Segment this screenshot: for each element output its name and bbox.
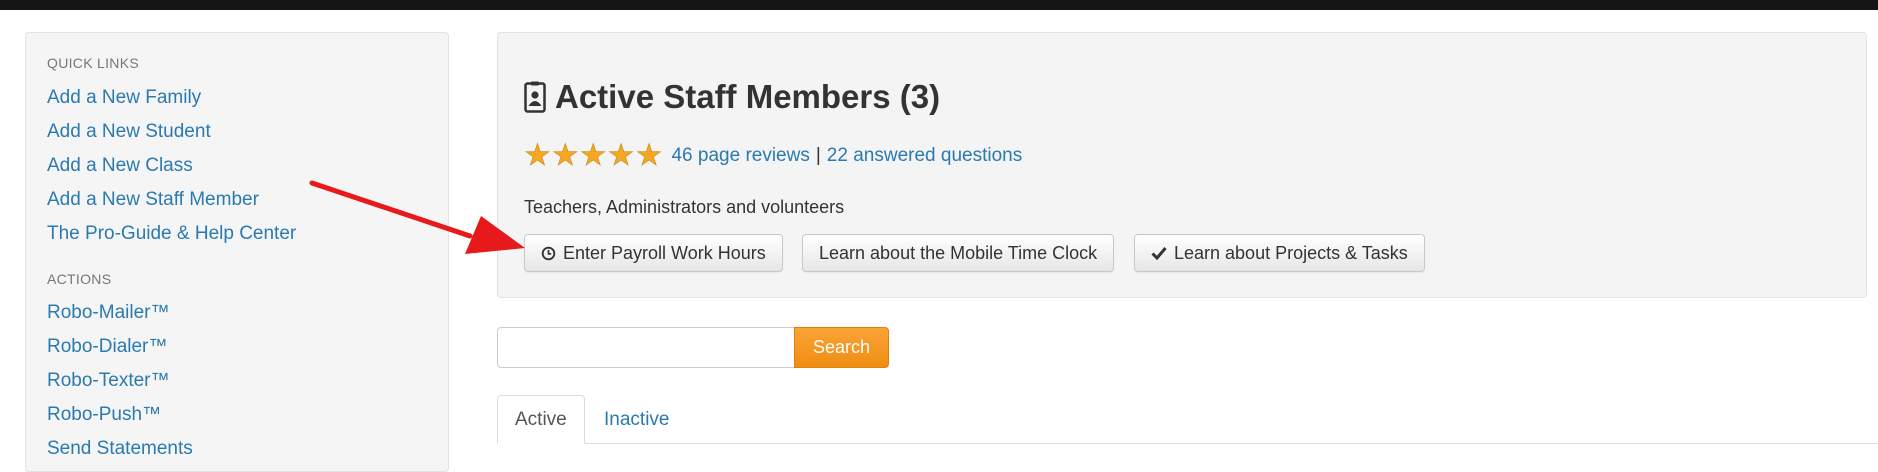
link-pro-guide[interactable]: The Pro-Guide & Help Center: [47, 223, 296, 245]
link-add-class[interactable]: Add a New Class: [47, 155, 193, 177]
tab-active[interactable]: Active: [497, 395, 585, 444]
enter-payroll-hours-label: Enter Payroll Work Hours: [563, 242, 766, 263]
sidebar: QUICK LINKS Add a New Family Add a New S…: [25, 32, 449, 472]
link-robo-mailer[interactable]: Robo-Mailer™: [47, 302, 169, 324]
quick-links-heading: QUICK LINKS: [47, 55, 139, 71]
link-robo-texter[interactable]: Robo-Texter™: [47, 370, 170, 392]
link-robo-dialer[interactable]: Robo-Dialer™: [47, 336, 167, 358]
page-subtitle: Teachers, Administrators and volunteers: [524, 197, 845, 217]
link-add-family[interactable]: Add a New Family: [47, 87, 201, 109]
answered-questions-link[interactable]: 22 answered questions: [827, 145, 1022, 167]
top-bar: [0, 0, 1878, 10]
page-title: Active Staff Members (3): [524, 78, 940, 116]
clock-icon: [541, 246, 556, 261]
actions-heading: ACTIONS: [47, 271, 112, 287]
search-input[interactable]: [497, 327, 795, 368]
rating-separator: |: [815, 145, 821, 166]
link-robo-push[interactable]: Robo-Push™: [47, 404, 161, 426]
id-badge-icon: [524, 81, 546, 113]
enter-payroll-hours-button[interactable]: Enter Payroll Work Hours: [524, 234, 783, 272]
link-add-student[interactable]: Add a New Student: [47, 121, 211, 143]
search-button[interactable]: Search: [794, 327, 889, 368]
tabs-divider: [497, 443, 1878, 444]
projects-tasks-label: Learn about Projects & Tasks: [1174, 242, 1408, 263]
link-send-statements[interactable]: Send Statements: [47, 438, 193, 460]
link-add-staff-member[interactable]: Add a New Staff Member: [47, 189, 259, 211]
tab-inactive[interactable]: Inactive: [587, 395, 686, 444]
staff-header-panel: Active Staff Members (3) ★★★★★ 46 page r…: [497, 32, 1867, 298]
mobile-time-clock-label: Learn about the Mobile Time Clock: [819, 242, 1098, 263]
star-rating-icon: ★★★★★: [524, 139, 664, 172]
projects-tasks-button[interactable]: Learn about Projects & Tasks: [1134, 234, 1425, 272]
page-reviews-link[interactable]: 46 page reviews: [671, 145, 809, 167]
rating-row: ★★★★★ 46 page reviews | 22 answered ques…: [524, 139, 1023, 172]
checkmark-icon: [1151, 246, 1167, 260]
page-title-text: Active Staff Members (3): [555, 78, 941, 115]
mobile-time-clock-button[interactable]: Learn about the Mobile Time Clock: [802, 234, 1115, 272]
